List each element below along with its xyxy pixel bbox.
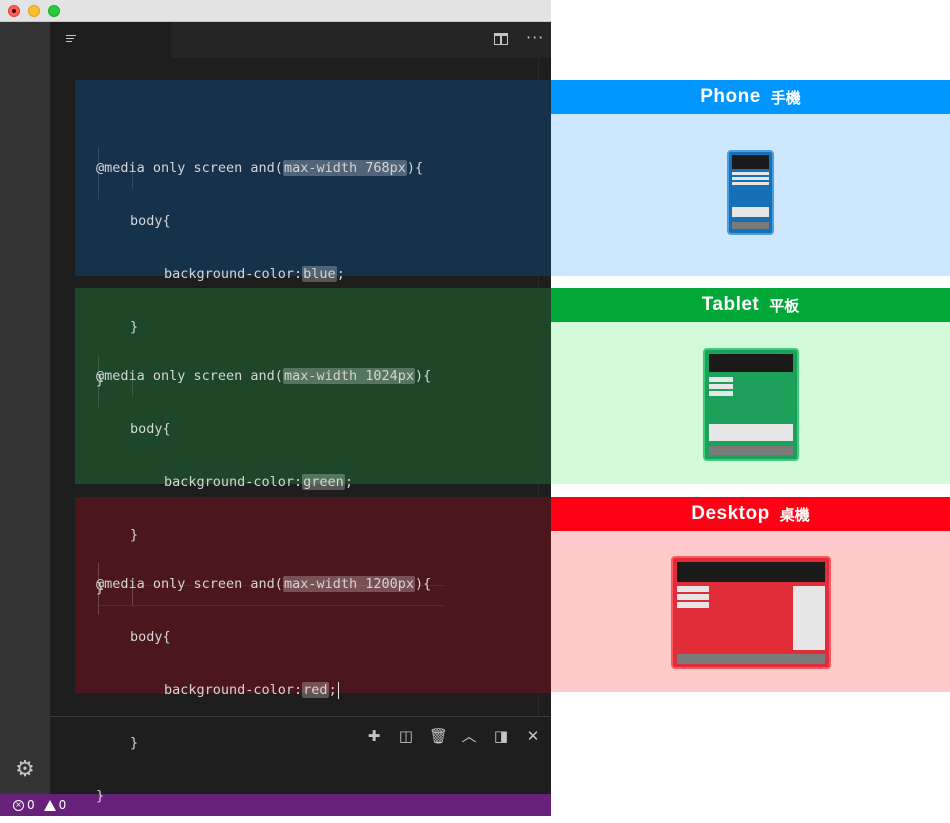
desktop-header: Desktop 桌機 — [551, 497, 950, 531]
tablet-header: Tablet 平板 — [551, 288, 950, 322]
gear-icon[interactable]: ⚙ — [14, 759, 36, 781]
code-line: @media only screen and(max-width 1024px)… — [96, 368, 432, 384]
desktop-title-zh: 桌機 — [779, 506, 810, 524]
code-line: body{ — [130, 213, 171, 229]
desktop-title: Desktop — [691, 503, 770, 524]
code-line: body{ — [130, 421, 171, 437]
code-desktop[interactable]: @media only screen and(max-width 1200px)… — [96, 542, 431, 823]
code-line: } — [96, 788, 105, 804]
phone-header: Phone 手機 — [551, 80, 950, 114]
close-window-button[interactable] — [8, 5, 20, 17]
editor-tab[interactable] — [50, 22, 171, 58]
phone-title-zh: 手機 — [770, 89, 801, 107]
problems-status[interactable]: × 0 0 — [13, 794, 66, 816]
chevron-up-icon[interactable]: ︿ — [461, 728, 477, 744]
phone-icon — [727, 150, 774, 235]
code-line: background-color:green; — [164, 474, 353, 490]
warning-count: 0 — [58, 798, 67, 812]
code-line: background-color:red; — [164, 681, 339, 699]
text-cursor — [337, 681, 339, 699]
tab-strip: ··· — [50, 22, 551, 58]
warning-icon — [43, 799, 56, 811]
close-icon[interactable]: ✕ — [525, 728, 541, 744]
maximize-window-button[interactable] — [48, 5, 60, 17]
code-line: @media only screen and(max-width 1200px)… — [96, 576, 432, 592]
error-icon: × — [13, 799, 24, 811]
minimize-window-button[interactable] — [28, 5, 40, 17]
trash-icon[interactable]: 🗑 — [429, 728, 448, 744]
activity-bar — [0, 22, 50, 794]
error-count: 0 — [27, 798, 35, 812]
code-line: background-color:blue; — [164, 266, 345, 282]
tablet-icon — [703, 348, 799, 461]
toggle-panel-icon[interactable]: ◨ — [493, 728, 509, 744]
code-line: body{ — [130, 629, 171, 645]
phone-title: Phone — [700, 86, 761, 107]
code-line: } — [130, 735, 139, 751]
tablet-title: Tablet — [701, 294, 760, 315]
more-actions-icon[interactable]: ··· — [526, 30, 544, 46]
tablet-title-zh: 平板 — [769, 297, 800, 315]
split-editor-icon[interactable] — [494, 33, 508, 45]
title-bar — [0, 0, 551, 22]
code-line: @media only screen and(max-width 768px){ — [96, 160, 424, 176]
file-lines-icon — [66, 35, 76, 45]
desktop-icon — [671, 556, 831, 669]
